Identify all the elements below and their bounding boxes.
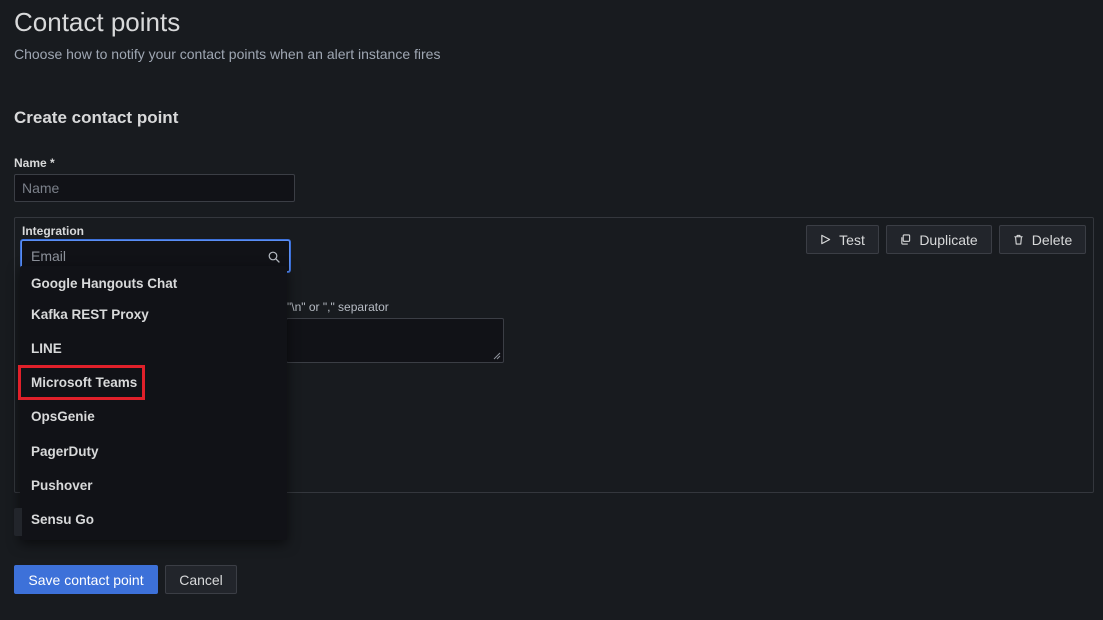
contact-points-page: Contact points Choose how to notify your… [0,0,1103,620]
duplicate-button[interactable]: Duplicate [886,225,992,254]
cancel-button[interactable]: Cancel [165,565,237,594]
test-button[interactable]: Test [806,225,879,254]
section-title: Create contact point [14,108,179,127]
dropdown-item-line[interactable]: LINE [20,331,287,365]
integration-label: Integration [22,224,84,238]
name-input[interactable] [14,174,295,202]
save-contact-point-button[interactable]: Save contact point [14,565,158,594]
duplicate-button-label: Duplicate [919,231,978,248]
add-integration-button-edge[interactable] [14,508,22,536]
delete-button[interactable]: Delete [999,225,1086,254]
recipients-hint: "\n" or "," separator [287,300,389,314]
delete-button-label: Delete [1031,231,1073,248]
play-icon [821,234,831,245]
page-subtitle: Choose how to notify your contact points… [14,46,441,62]
test-button-label: Test [839,231,865,248]
trash-icon [1014,234,1023,245]
integration-dropdown-menu: Google Hangouts Chat Kafka REST Proxy LI… [20,266,287,540]
dropdown-item-opsgenie[interactable]: OpsGenie [20,399,287,433]
page-title: Contact points [14,7,181,37]
dropdown-item-pagerduty[interactable]: PagerDuty [20,434,287,468]
name-label: Name * [14,156,55,170]
dropdown-item-sensu-go[interactable]: Sensu Go [20,502,287,536]
dropdown-item-pushover[interactable]: Pushover [20,468,287,502]
dropdown-item-microsoft-teams[interactable]: Microsoft Teams [20,365,287,399]
dropdown-item-google-hangouts-chat[interactable]: Google Hangouts Chat [20,266,287,300]
dropdown-item-kafka-rest-proxy[interactable]: Kafka REST Proxy [20,297,287,331]
addresses-textarea[interactable] [286,318,504,363]
search-icon [268,251,280,263]
copy-icon [901,234,911,245]
resize-grip-icon[interactable] [493,352,501,360]
